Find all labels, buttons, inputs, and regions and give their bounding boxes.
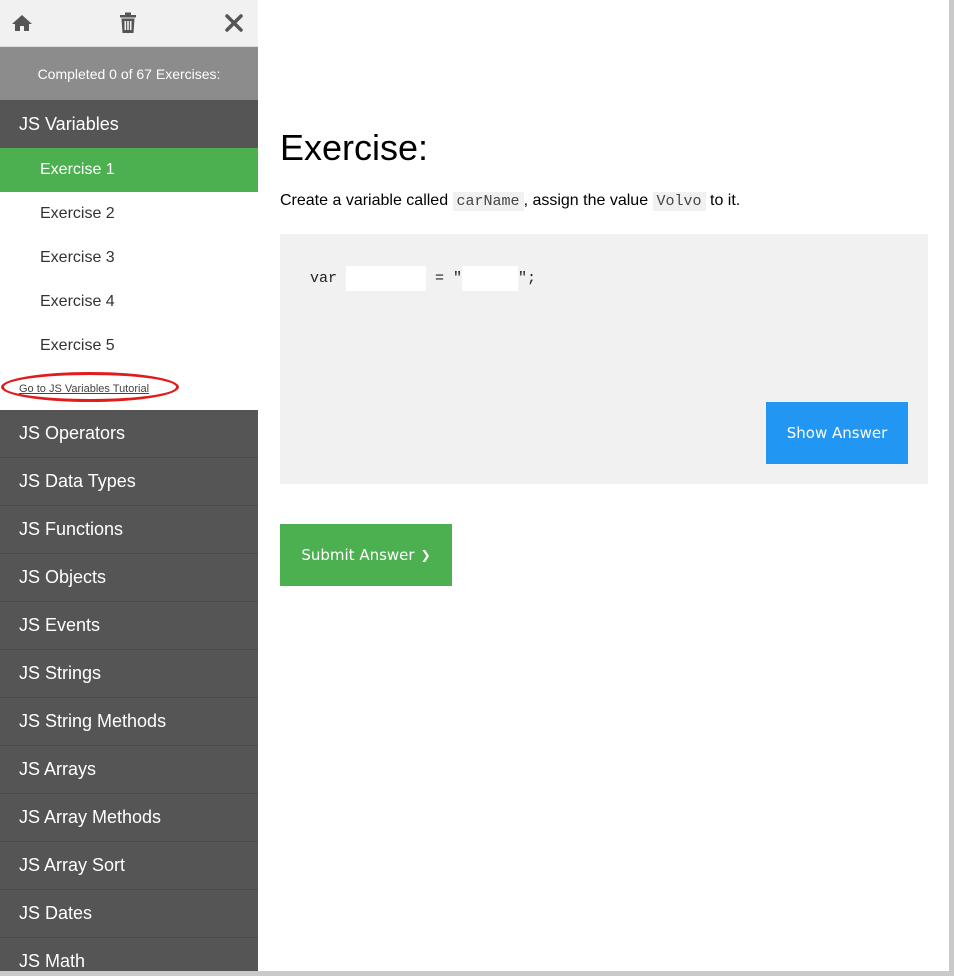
sidebar: Completed 0 of 67 Exercises: JS Variable… bbox=[0, 0, 258, 971]
category-js-objects[interactable]: JS Objects bbox=[0, 554, 258, 602]
sidebar-toolbar bbox=[0, 0, 258, 47]
category-js-events[interactable]: JS Events bbox=[0, 602, 258, 650]
category-js-array-sort[interactable]: JS Array Sort bbox=[0, 842, 258, 890]
trash-icon[interactable] bbox=[116, 11, 140, 35]
main-content: Exercise: Create a variable called carNa… bbox=[258, 0, 949, 971]
value-code: Volvo bbox=[652, 192, 706, 211]
submit-answer-label: Submit Answer bbox=[301, 546, 415, 564]
category-js-operators[interactable]: JS Operators bbox=[0, 410, 258, 458]
exercise-item-1[interactable]: Exercise 1 bbox=[0, 148, 258, 192]
code-end: "; bbox=[518, 270, 537, 287]
code-editor: var = " "; Show Answer bbox=[280, 234, 928, 484]
category-js-math[interactable]: JS Math bbox=[0, 938, 258, 971]
code-equals: = " bbox=[426, 270, 463, 287]
category-js-functions[interactable]: JS Functions bbox=[0, 506, 258, 554]
exercise-item-4[interactable]: Exercise 4 bbox=[0, 280, 258, 324]
category-js-arrays[interactable]: JS Arrays bbox=[0, 746, 258, 794]
home-icon[interactable] bbox=[10, 11, 34, 35]
instruction-middle: , assign the value bbox=[523, 192, 649, 209]
app-window: Completed 0 of 67 Exercises: JS Variable… bbox=[0, 0, 954, 976]
show-answer-button[interactable]: Show Answer bbox=[766, 402, 908, 464]
page-title: Exercise: bbox=[280, 127, 429, 168]
exercise-item-2[interactable]: Exercise 2 bbox=[0, 192, 258, 236]
close-icon[interactable] bbox=[222, 11, 246, 35]
progress-status: Completed 0 of 67 Exercises: bbox=[0, 47, 258, 100]
code-keyword: var bbox=[310, 270, 338, 287]
variable-value-input[interactable] bbox=[462, 266, 519, 291]
category-js-array-methods[interactable]: JS Array Methods bbox=[0, 794, 258, 842]
exercise-item-5[interactable]: Exercise 5 bbox=[0, 324, 258, 368]
category-js-string-methods[interactable]: JS String Methods bbox=[0, 698, 258, 746]
instruction-suffix: to it. bbox=[710, 192, 741, 209]
code-line: var = " "; bbox=[310, 266, 536, 291]
category-js-strings[interactable]: JS Strings bbox=[0, 650, 258, 698]
chevron-right-icon: ❯ bbox=[420, 548, 431, 562]
category-js-data-types[interactable]: JS Data Types bbox=[0, 458, 258, 506]
submit-answer-button[interactable]: Submit Answer ❯ bbox=[280, 524, 452, 586]
instruction-prefix: Create a variable called bbox=[280, 192, 449, 209]
category-js-dates[interactable]: JS Dates bbox=[0, 890, 258, 938]
category-js-variables[interactable]: JS Variables bbox=[0, 100, 258, 148]
var-name-code: carName bbox=[452, 192, 524, 211]
exercise-item-3[interactable]: Exercise 3 bbox=[0, 236, 258, 280]
tutorial-link-row: Go to JS Variables Tutorial bbox=[0, 368, 258, 410]
exercise-list: Exercise 1 Exercise 2 Exercise 3 Exercis… bbox=[0, 148, 258, 410]
exercise-instructions: Create a variable called carName, assign… bbox=[280, 192, 741, 211]
variable-name-input[interactable] bbox=[346, 266, 427, 291]
tutorial-link[interactable]: Go to JS Variables Tutorial bbox=[19, 383, 149, 395]
